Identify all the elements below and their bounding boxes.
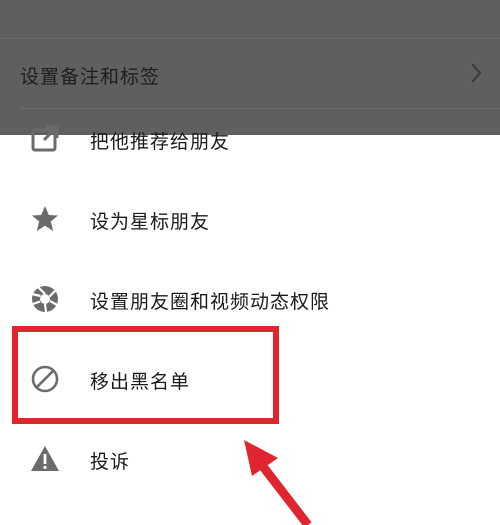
- menu-item-recommend-to-friend[interactable]: 把他推荐给朋友: [0, 107, 500, 187]
- menu-item-label: 设为星标朋友: [90, 211, 211, 233]
- warning-icon: [30, 444, 60, 474]
- camera-shutter-icon: [30, 284, 60, 314]
- menu-item-label: 设置朋友圈和视频动态权限: [90, 291, 331, 313]
- set-remark-and-tags-row[interactable]: 设置备注和标签: [0, 40, 500, 110]
- divider: [0, 38, 500, 39]
- share-icon: [30, 125, 60, 155]
- chevron-right-icon: [470, 62, 482, 84]
- annotation-arrow-icon: [244, 440, 312, 525]
- set-remark-and-tags-label: 设置备注和标签: [20, 66, 161, 88]
- annotation-highlight-box: [12, 326, 279, 424]
- star-icon: [30, 204, 60, 234]
- menu-item-label: 投诉: [90, 451, 131, 473]
- menu-item-star-friend[interactable]: 设为星标朋友: [0, 179, 500, 259]
- menu-item-label: 把他推荐给朋友: [90, 131, 231, 153]
